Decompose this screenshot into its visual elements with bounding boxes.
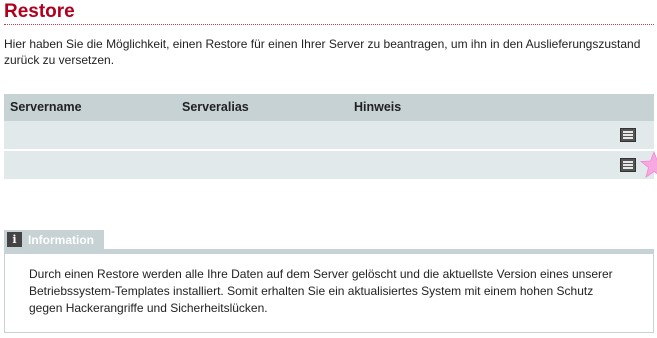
column-header-serveralias: Serveralias [182,100,249,114]
page-title: Restore [4,1,75,22]
table-row [4,121,654,151]
server-table: Servername Serveralias Hinweis [4,94,657,181]
column-header-servername: Servername [10,100,82,114]
intro-text: Hier haben Sie die Möglichkeit, einen Re… [4,37,641,67]
menu-icon-line [623,167,633,169]
title-divider [4,24,654,25]
menu-icon-line [623,161,633,163]
menu-icon-line [623,134,633,136]
info-text: Durch einen Restore werden alle Ihre Dat… [29,267,613,315]
menu-icon[interactable] [620,158,636,172]
menu-icon-line [623,137,633,139]
table-row [4,151,657,181]
star-icon [640,151,657,178]
info-tab: i Information [4,230,104,249]
column-header-hinweis: Hinweis [354,100,402,114]
info-label: Information [28,232,94,247]
menu-icon[interactable] [620,128,636,142]
info-box: Durch einen Restore werden alle Ihre Dat… [4,249,654,333]
info-icon: i [7,232,22,247]
menu-icon-line [623,164,633,166]
menu-icon-line [623,131,633,133]
table-header: Servername Serveralias Hinweis [4,94,654,121]
